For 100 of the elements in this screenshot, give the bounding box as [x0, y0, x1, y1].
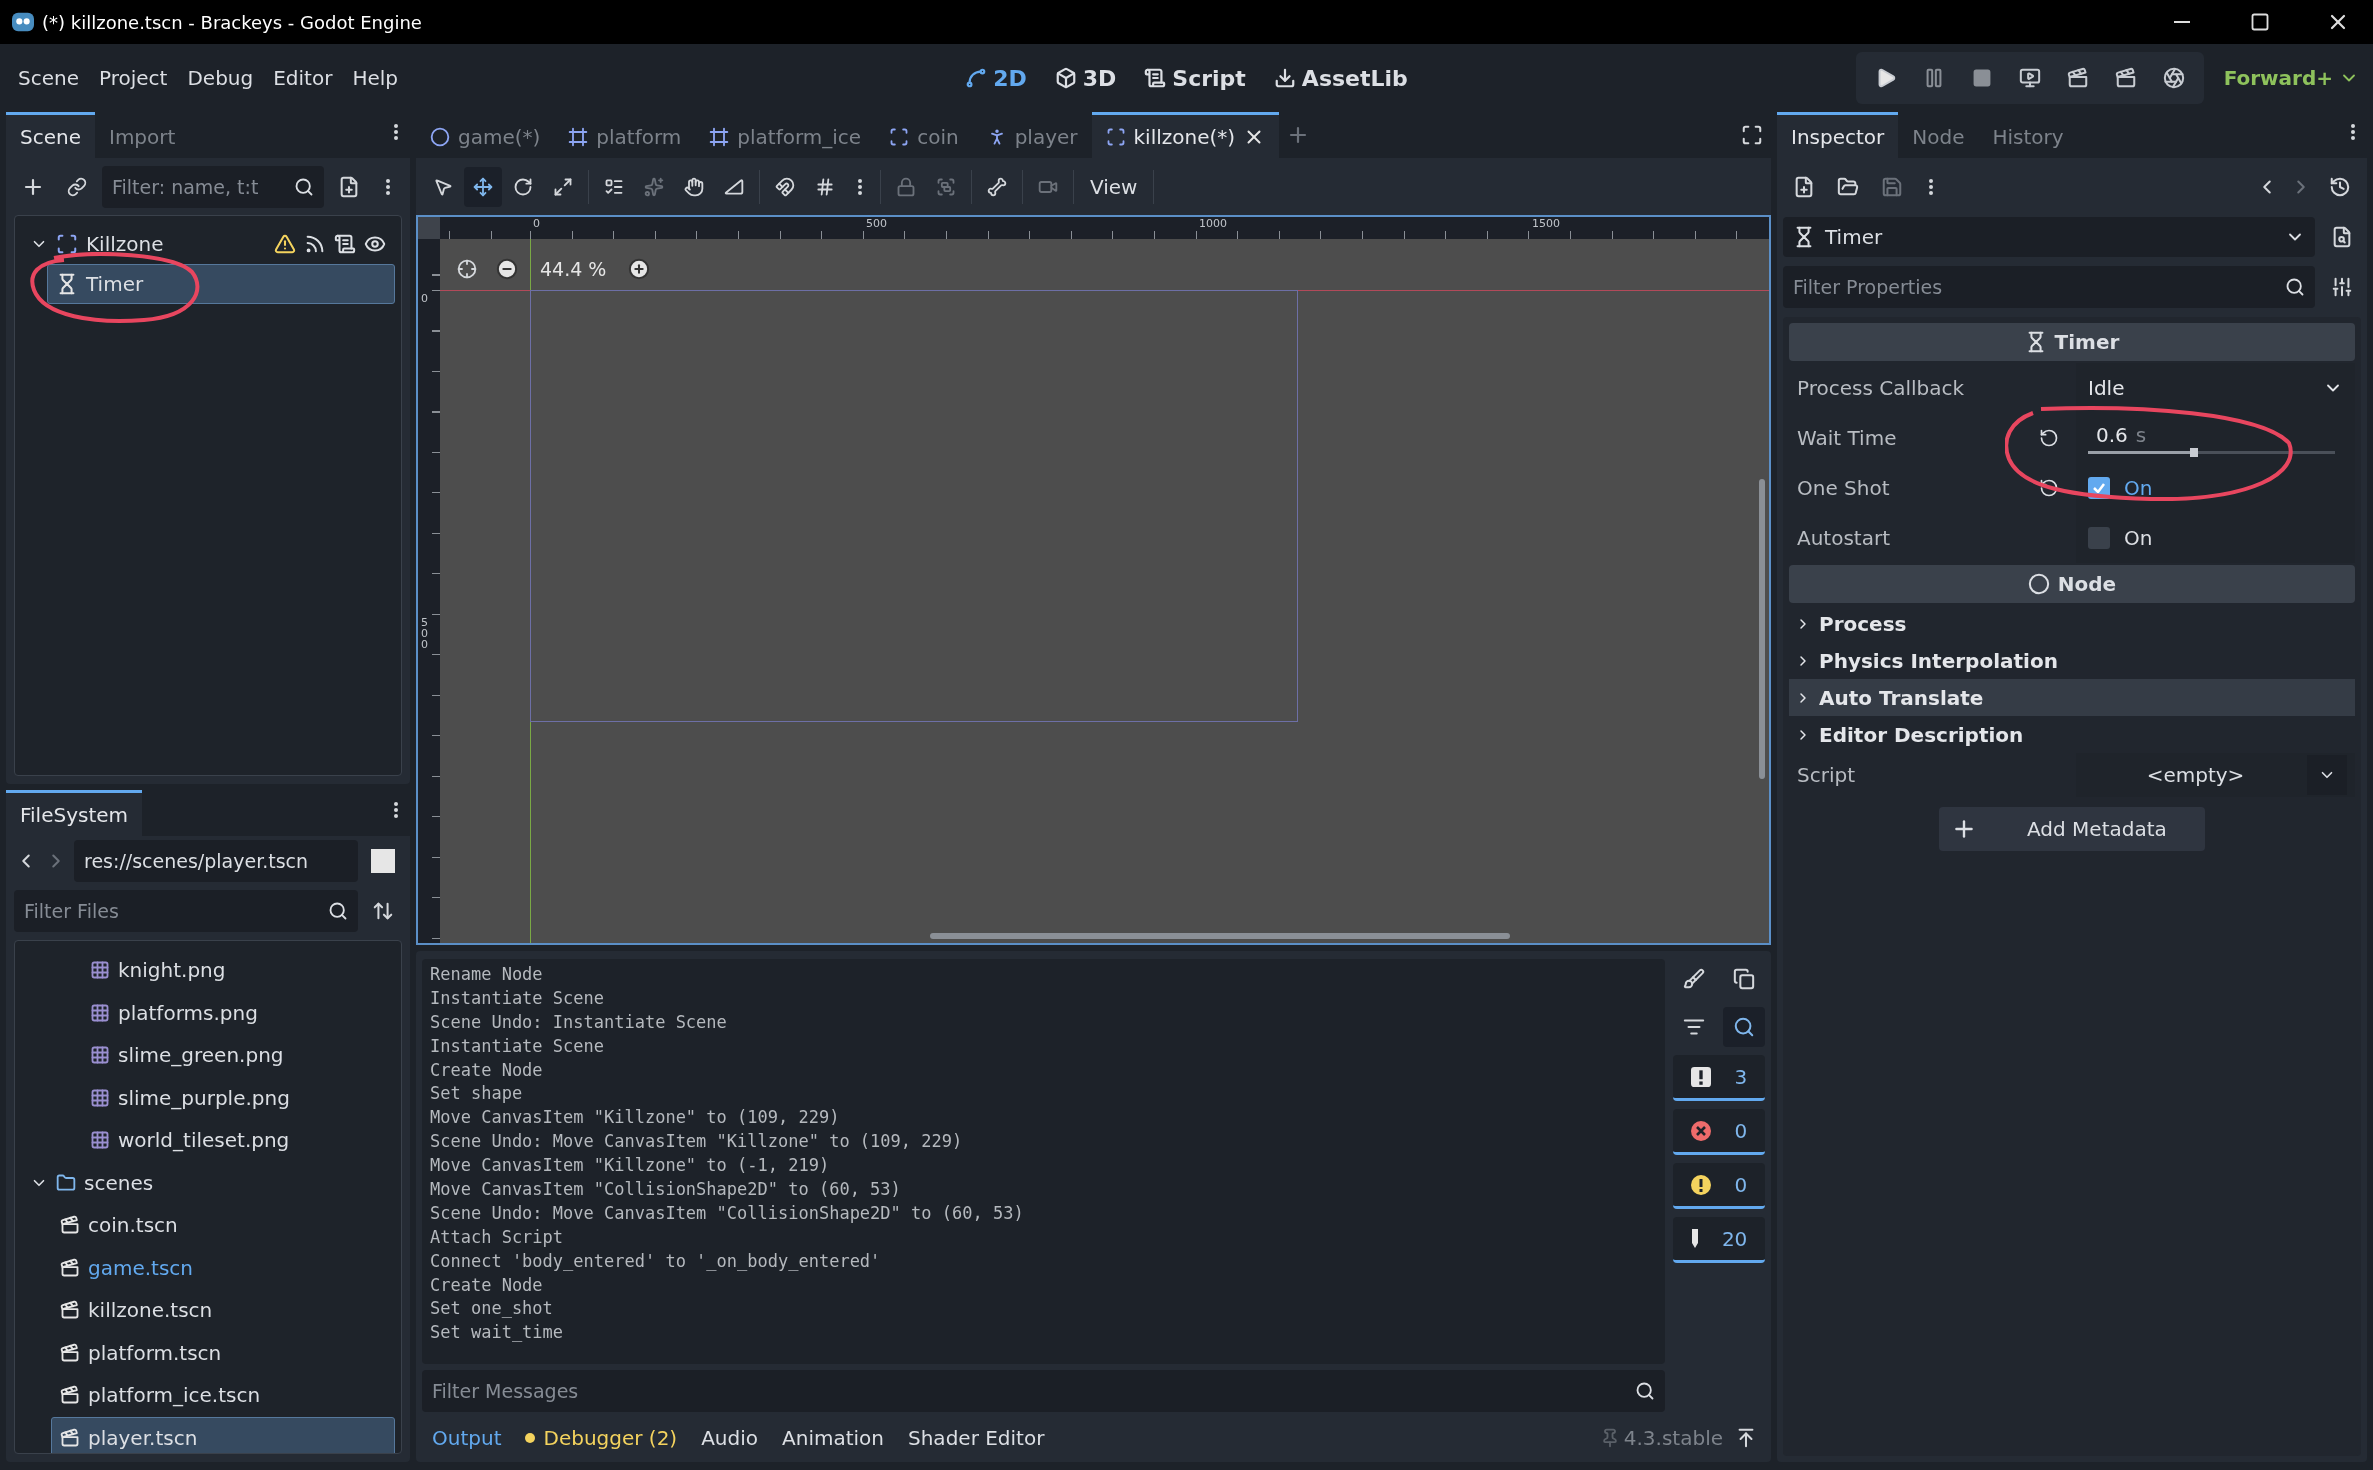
add-metadata-button[interactable]: Add Metadata: [1939, 807, 2205, 851]
ruler-corner: [418, 217, 440, 239]
file-item[interactable]: world_tileset.png: [81, 1119, 395, 1162]
file-item[interactable]: platforms.png: [81, 991, 395, 1034]
dock-tab[interactable]: Scene: [6, 112, 95, 158]
search-icon: [328, 901, 348, 921]
bottom-panel-tab[interactable]: Audio: [691, 1420, 769, 1456]
log-line: Scene Undo: Move CanvasItem "CollisionShape2D" to (60, 53): [430, 1201, 1025, 1225]
file-item[interactable]: slime_green.png: [81, 1034, 395, 1077]
menu-item[interactable]: Project: [89, 60, 178, 96]
more-icon: [394, 802, 398, 818]
bottom-panel-tab[interactable]: Shader Editor: [898, 1420, 1055, 1456]
bottom-panel-tab[interactable]: Output: [422, 1420, 512, 1456]
document-search-icon: [2331, 226, 2353, 248]
resource-picker[interactable]: <empty>: [2084, 755, 2307, 795]
property-group[interactable]: Editor Description: [1789, 716, 2355, 753]
filter-field[interactable]: Filter Properties: [1783, 266, 2315, 308]
ruler-label: 500: [421, 617, 429, 650]
object-selector[interactable]: Timer: [1783, 217, 2315, 257]
filter-field[interactable]: Filter: name, t:t: [102, 165, 324, 208]
file-item[interactable]: platform.tscn: [51, 1331, 395, 1374]
log-line: Set shape: [430, 1082, 524, 1106]
property-group[interactable]: Auto Translate: [1789, 679, 2355, 716]
message-filter-toggle[interactable]: 20: [1673, 1217, 1765, 1263]
clapperboard-icon: [60, 1215, 80, 1236]
log-line: Set one_shot: [430, 1297, 554, 1321]
property-label: Autostart: [1797, 526, 1891, 550]
sort-icon: [372, 900, 394, 922]
log-line: Set wait_time: [430, 1321, 565, 1345]
file-item[interactable]: game.tscn: [51, 1246, 395, 1289]
more-icon: [394, 124, 398, 140]
view-menu[interactable]: View: [1080, 168, 1148, 205]
message-filter-toggle[interactable]: 0: [1673, 1163, 1765, 1209]
checkbox[interactable]: On: [2084, 526, 2157, 550]
filter-field[interactable]: Filter Files: [14, 890, 358, 932]
property-group[interactable]: Process: [1789, 605, 2355, 642]
file-item[interactable]: killzone.tscn: [51, 1289, 395, 1332]
tree-item[interactable]: Killzone: [21, 224, 395, 264]
file-plus-icon: [1793, 175, 1815, 198]
menu-item[interactable]: Debug: [177, 60, 264, 96]
checkbox[interactable]: On: [2084, 476, 2157, 500]
file-item[interactable]: coin.tscn: [51, 1204, 395, 1247]
dock-tab[interactable]: Import: [95, 112, 190, 158]
save-icon: [1881, 175, 1903, 198]
editor-tab[interactable]: platform: [554, 112, 696, 158]
menu-item[interactable]: Scene: [8, 60, 89, 96]
file-item[interactable]: knight.png: [81, 949, 395, 992]
workspace-tab[interactable]: 2D: [953, 59, 1039, 97]
menu-item[interactable]: Editor: [263, 60, 343, 96]
slider-track[interactable]: [2088, 451, 2335, 454]
message-filter-toggle[interactable]: 0: [1673, 1109, 1765, 1155]
workspace-tab[interactable]: 3D: [1042, 59, 1129, 97]
search-icon: [2285, 277, 2305, 297]
editor-tab[interactable]: game(*): [416, 112, 555, 158]
dock-tab[interactable]: Inspector: [1777, 112, 1899, 158]
section-title: Timer: [2054, 330, 2120, 354]
move-tool-button[interactable]: [464, 166, 502, 207]
workspace-tab[interactable]: Script: [1132, 59, 1258, 97]
scrollbar-thumb[interactable]: [1759, 479, 1765, 779]
unit-label: s: [2135, 423, 2147, 447]
editor-tab[interactable]: coin: [875, 112, 973, 158]
revert-icon[interactable]: [2039, 478, 2059, 498]
log-line: Scene Undo: Move CanvasItem "Killzone" to (109, 229): [430, 1130, 964, 1154]
dock-tab[interactable]: History: [1978, 112, 2078, 158]
warning-icon: [1690, 1174, 1711, 1195]
status-dot: [525, 1433, 536, 1443]
tree-item[interactable]: Timer: [47, 264, 395, 304]
renderer-dropdown[interactable]: Forward+: [2217, 65, 2365, 91]
editor-tab[interactable]: killzone(*): [1091, 112, 1280, 158]
file-item[interactable]: platform_ice.tscn: [51, 1374, 395, 1417]
folder-icon: [56, 1172, 76, 1193]
frame-icon: [568, 126, 589, 147]
bottom-panel-tab[interactable]: Animation: [772, 1420, 894, 1456]
version-label: 4.3.stable: [1623, 1426, 1723, 1450]
path-field[interactable]: res://scenes/player.tscn: [74, 840, 358, 882]
file-item[interactable]: player.tscn: [51, 1416, 395, 1453]
file-item[interactable]: slime_purple.png: [81, 1076, 395, 1119]
workspace-tab[interactable]: AssetLib: [1261, 59, 1420, 97]
revert-icon[interactable]: [2039, 428, 2059, 448]
warning-icon: [274, 233, 296, 255]
property-group[interactable]: Physics Interpolation: [1789, 642, 2355, 679]
dropdown[interactable]: Idle: [2084, 368, 2347, 408]
image-grid-icon: [90, 1130, 110, 1151]
menu-item[interactable]: Help: [342, 60, 408, 96]
search-icon: [1733, 1016, 1755, 1038]
slider-thumb[interactable]: [2190, 448, 2199, 457]
message-filter-toggle[interactable]: 3: [1673, 1055, 1765, 1101]
dock-tab[interactable]: Node: [1898, 112, 1979, 158]
move-icon: [473, 176, 493, 197]
number-field[interactable]: 0.6 s: [2084, 416, 2347, 460]
file-item[interactable]: scenes: [21, 1161, 395, 1204]
editor-tab[interactable]: player: [972, 112, 1092, 158]
search-button[interactable]: [1723, 1007, 1765, 1047]
filter-field[interactable]: Filter Messages: [422, 1370, 1665, 1412]
editor-icon: [1690, 1228, 1699, 1249]
editor-tab[interactable]: platform_ice: [695, 112, 876, 158]
dock-tab[interactable]: FileSystem: [6, 790, 143, 836]
scrollbar-thumb[interactable]: [930, 933, 1510, 939]
search-icon: [1635, 1381, 1655, 1401]
bottom-panel-tab[interactable]: Debugger (2): [515, 1420, 688, 1456]
